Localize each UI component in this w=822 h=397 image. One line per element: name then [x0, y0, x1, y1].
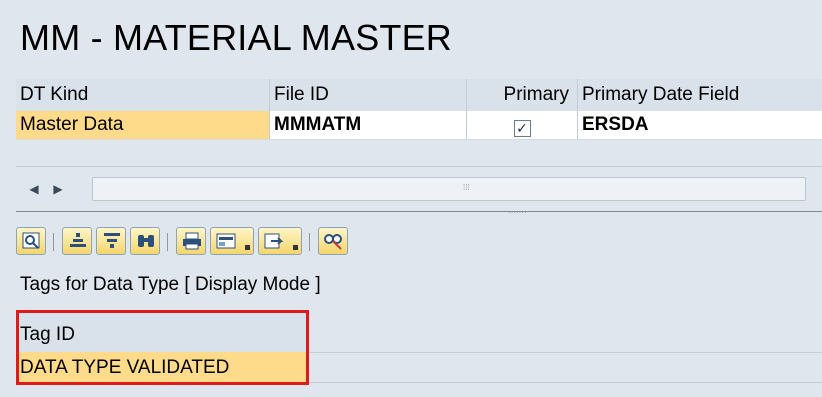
primary-checkbox[interactable]: ✓: [513, 120, 531, 137]
highlight-box: [16, 310, 309, 385]
details-button[interactable]: [16, 227, 46, 255]
layout-icon: [216, 233, 236, 249]
glasses-icon: [324, 234, 342, 250]
horizontal-scrollbar[interactable]: ◀ ▶ ⁞⁞⁞: [16, 172, 806, 206]
scroll-left-icon[interactable]: ◀: [24, 178, 44, 200]
cell-primary-date-field[interactable]: ERSDA: [578, 111, 822, 139]
scroll-grip-icon: ⁞⁞⁞: [463, 183, 470, 192]
column-header-primary[interactable]: Primary: [467, 79, 578, 111]
alv-toolbar: [16, 225, 822, 259]
pane-splitter[interactable]: [16, 211, 822, 216]
scroll-track[interactable]: ⁞⁞⁞: [92, 177, 806, 201]
display-mode-button[interactable]: [318, 227, 348, 255]
tags-section-label: Tags for Data Type [ Display Mode ]: [20, 274, 321, 295]
page-header: MM - MATERIAL MASTER: [0, 0, 822, 66]
layout-button[interactable]: [210, 227, 254, 255]
sort-ascending-icon: [70, 233, 86, 247]
page-title: MM - MATERIAL MASTER: [20, 17, 453, 58]
column-header-file-id[interactable]: File ID: [270, 79, 467, 111]
find-icon: [138, 235, 154, 247]
dropdown-arrow-icon: [245, 245, 250, 250]
export-icon: [264, 233, 284, 249]
print-button[interactable]: [176, 227, 206, 255]
find-button[interactable]: [130, 227, 160, 255]
details-icon: [22, 232, 40, 249]
export-button[interactable]: [258, 227, 302, 255]
print-icon: [183, 232, 201, 250]
column-header-dt-kind[interactable]: DT Kind: [16, 79, 270, 111]
toolbar-separator: [53, 233, 54, 251]
toolbar-separator: [167, 233, 168, 251]
column-header-primary-date-field[interactable]: Primary Date Field: [578, 79, 822, 111]
table-header: DT Kind File ID Primary Primary Date Fie…: [16, 79, 822, 112]
toolbar-separator: [309, 233, 310, 251]
filter-button[interactable]: [96, 227, 126, 255]
splitter-grip-icon: ·······: [508, 208, 527, 217]
scroll-right-icon[interactable]: ▶: [48, 178, 68, 200]
table-row[interactable]: Master Data MMMATM ✓ ERSDA: [16, 111, 822, 140]
cell-file-id[interactable]: MMMATM: [270, 111, 467, 139]
filter-icon: [104, 233, 120, 248]
cell-primary[interactable]: ✓: [467, 111, 578, 139]
cell-dt-kind[interactable]: Master Data: [16, 111, 270, 139]
dropdown-arrow-icon: [293, 245, 298, 250]
sort-ascending-button[interactable]: [62, 227, 92, 255]
empty-row: [16, 140, 822, 167]
